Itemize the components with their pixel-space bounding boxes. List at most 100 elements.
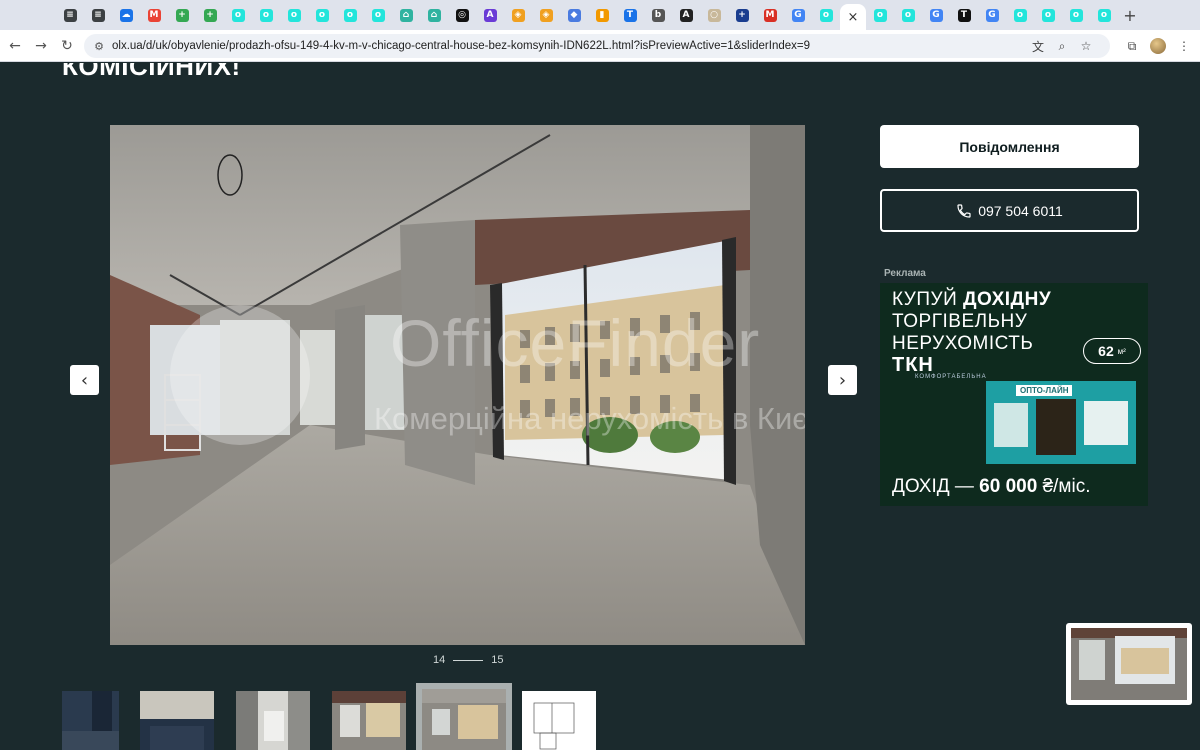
olx-icon: o xyxy=(371,8,385,22)
browser-tab[interactable]: + xyxy=(728,4,756,26)
browser-tab[interactable]: ⌂ xyxy=(420,4,448,26)
watermark-subtitle: Комерційна нерухомість в Києві xyxy=(374,401,805,436)
gallery-next-button[interactable]: › xyxy=(828,365,857,395)
back-icon[interactable]: ← xyxy=(2,33,28,59)
close-icon[interactable]: × xyxy=(848,10,859,25)
sheets-plus-icon: + xyxy=(203,8,217,22)
gmail-icon: M xyxy=(147,8,161,22)
ad-shop-poster xyxy=(994,403,1028,447)
browser-tab[interactable]: o xyxy=(866,4,894,26)
browser-tab[interactable]: G xyxy=(784,4,812,26)
google-icon: G xyxy=(791,8,805,22)
ad-shop-sign: ОПТО-ЛАЙН xyxy=(1016,385,1073,396)
gallery-prev-button[interactable]: ‹ xyxy=(70,365,99,395)
browser-tab[interactable]: o xyxy=(1090,4,1118,26)
browser-tab[interactable]: o xyxy=(336,4,364,26)
notes-icon: ≡ xyxy=(91,8,105,22)
browser-tab[interactable]: T xyxy=(616,4,644,26)
browser-tab[interactable]: ⌂ xyxy=(392,4,420,26)
mini-photo-preview[interactable] xyxy=(1066,623,1192,705)
browser-tab[interactable]: G xyxy=(978,4,1006,26)
diamond-icon: ◆ xyxy=(567,8,581,22)
cloud-icon: ☁ xyxy=(119,8,133,22)
browser-tab[interactable]: A xyxy=(672,4,700,26)
browser-tab[interactable]: ≡ xyxy=(56,4,84,26)
plus-square-icon: + xyxy=(735,8,749,22)
listing-title: КОМІСІЙНИХ! xyxy=(62,63,241,81)
browser-tab[interactable]: M xyxy=(756,4,784,26)
ad-shop-poster xyxy=(1084,401,1128,445)
browser-tab[interactable]: o xyxy=(252,4,280,26)
browser-tab[interactable]: ▮ xyxy=(588,4,616,26)
olx-icon: o xyxy=(343,8,357,22)
bookmark-star-icon[interactable]: ☆ xyxy=(1078,38,1094,54)
browser-tab[interactable]: o xyxy=(224,4,252,26)
browser-tab[interactable]: o xyxy=(1006,4,1034,26)
olx-icon: o xyxy=(1097,8,1111,22)
profile-avatar[interactable] xyxy=(1150,38,1166,54)
home-icon: ⌂ xyxy=(399,8,413,22)
thumbnail-active[interactable] xyxy=(416,683,512,750)
thumbnail[interactable] xyxy=(236,691,310,750)
menu-kebab-icon[interactable]: ⋮ xyxy=(1176,38,1192,54)
thumbnail-floorplan[interactable] xyxy=(522,691,596,750)
t-icon: T xyxy=(957,8,971,22)
site-settings-icon[interactable]: ⚙ xyxy=(92,39,106,53)
forward-icon[interactable]: → xyxy=(28,33,54,59)
browser-tab[interactable]: ◈ xyxy=(504,4,532,26)
gallery-counter: 14 15 xyxy=(433,654,504,666)
ad-banner[interactable]: КУПУЙ ДОХІДНУ ТОРГІВЕЛЬНУ НЕРУХОМІСТЬ 62… xyxy=(880,283,1148,506)
ad-income-value: 60 000 xyxy=(979,476,1038,497)
photo-gallery[interactable]: OfficeFinder Комерційна нерухомість в Ки… xyxy=(110,125,805,645)
reload-icon[interactable]: ↻ xyxy=(54,33,80,59)
show-phone-button[interactable]: 097 504 6011 xyxy=(880,189,1139,232)
listing-page: КОМІСІЙНИХ! OfficeFinder Комерційна неру… xyxy=(0,63,1200,750)
thumbnail[interactable] xyxy=(62,691,119,750)
browser-tab[interactable]: o xyxy=(308,4,336,26)
thumbnail[interactable] xyxy=(140,691,214,750)
ad-brand-sub: КОМФОРТАБЕЛЬНА xyxy=(915,374,987,380)
olx-icon: o xyxy=(901,8,915,22)
browser-tab-strip: ≡ ≡ ☁ M + + o o o o o o ⌂ ⌂ ◎ A ◈ ◈ ◆ ▮ Tb A ○ + M Go × o o G T Go o o o + xyxy=(0,0,1200,30)
translate-icon[interactable]: 文 xyxy=(1030,38,1046,54)
browser-tab[interactable]: ◈ xyxy=(532,4,560,26)
translate-icon: T xyxy=(623,8,637,22)
browser-tab[interactable]: + xyxy=(168,4,196,26)
browser-tab[interactable]: ◆ xyxy=(560,4,588,26)
message-button[interactable]: Повідомлення xyxy=(880,125,1139,168)
browser-tab[interactable]: + xyxy=(196,4,224,26)
browser-tab[interactable]: ◎ xyxy=(448,4,476,26)
google-icon: G xyxy=(985,8,999,22)
extensions-icon[interactable]: ⧉ xyxy=(1124,38,1140,54)
thumbnail[interactable] xyxy=(332,691,406,750)
browser-tab[interactable]: o xyxy=(1062,4,1090,26)
ad-label: Реклама xyxy=(884,268,926,279)
browser-tab[interactable]: A xyxy=(476,4,504,26)
browser-tab[interactable]: o xyxy=(364,4,392,26)
browser-tab[interactable]: ≡ xyxy=(84,4,112,26)
new-tab-button[interactable]: + xyxy=(1118,4,1142,26)
browser-tab[interactable]: o xyxy=(812,4,840,26)
browser-toolbar: ← → ↻ ⚙ olx.ua/d/uk/obyavlenie/prodazh-o… xyxy=(0,30,1200,62)
gallery-current-index: 14 xyxy=(433,654,446,666)
ad-income: ДОХІД — 60 000 ₴/міс. xyxy=(892,476,1090,498)
address-bar[interactable]: ⚙ olx.ua/d/uk/obyavlenie/prodazh-ofsu-14… xyxy=(84,34,1110,58)
browser-tab[interactable]: b xyxy=(644,4,672,26)
browser-tab[interactable]: G xyxy=(922,4,950,26)
url-text: olx.ua/d/uk/obyavlenie/prodazh-ofsu-149-… xyxy=(112,40,810,52)
b-icon: b xyxy=(651,8,665,22)
gallery-total: 15 xyxy=(491,654,504,666)
browser-tab[interactable]: ☁ xyxy=(112,4,140,26)
zoom-icon[interactable]: ⌕ xyxy=(1054,38,1070,54)
ad-headline-3: НЕРУХОМІСТЬ xyxy=(892,333,1034,354)
browser-tab[interactable]: T xyxy=(950,4,978,26)
mail-icon: M xyxy=(763,8,777,22)
browser-tab-active[interactable]: × xyxy=(840,4,866,30)
browser-tab[interactable]: o xyxy=(1034,4,1062,26)
browser-tab[interactable]: o xyxy=(280,4,308,26)
phone-number: 097 504 6011 xyxy=(978,202,1063,219)
target-icon: ◎ xyxy=(455,8,469,22)
browser-tab[interactable]: M xyxy=(140,4,168,26)
browser-tab[interactable]: ○ xyxy=(700,4,728,26)
browser-tab[interactable]: o xyxy=(894,4,922,26)
